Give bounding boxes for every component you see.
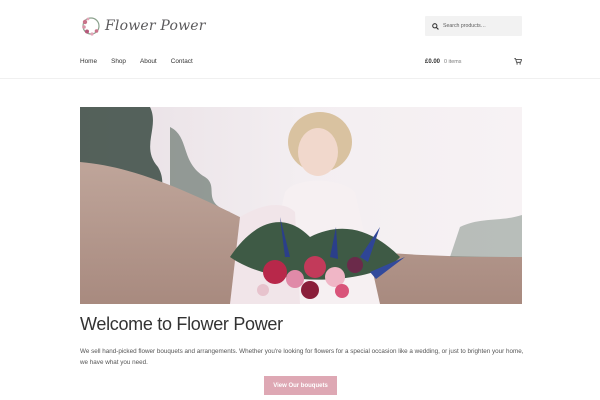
nav-item-shop[interactable]: Shop	[111, 58, 126, 65]
logo-text: Flower Power	[105, 18, 206, 34]
search-box[interactable]	[425, 16, 522, 36]
hero-image	[80, 107, 522, 304]
nav-item-contact[interactable]: Contact	[171, 58, 193, 65]
search-input[interactable]	[443, 23, 519, 29]
search-icon	[432, 22, 439, 30]
site-logo[interactable]: Flower Power	[80, 13, 205, 39]
intro-text: We sell hand-picked flower bouquets and …	[80, 348, 524, 366]
nav-item-about[interactable]: About	[140, 58, 157, 65]
flower-wreath-icon	[82, 17, 100, 36]
nav-item-home[interactable]: Home	[80, 58, 97, 65]
primary-nav: Home Shop About Contact	[80, 58, 207, 65]
cart-count: 0 items	[444, 59, 462, 65]
view-bouquets-button[interactable]: View Our bouquets	[264, 376, 337, 395]
cart-amount: £0.00	[425, 59, 441, 65]
page-title: Welcome to Flower Power	[80, 314, 283, 334]
header-divider	[0, 78, 600, 79]
cart-icon	[514, 58, 522, 65]
cart-link[interactable]: £0.00 0 items	[425, 57, 522, 67]
